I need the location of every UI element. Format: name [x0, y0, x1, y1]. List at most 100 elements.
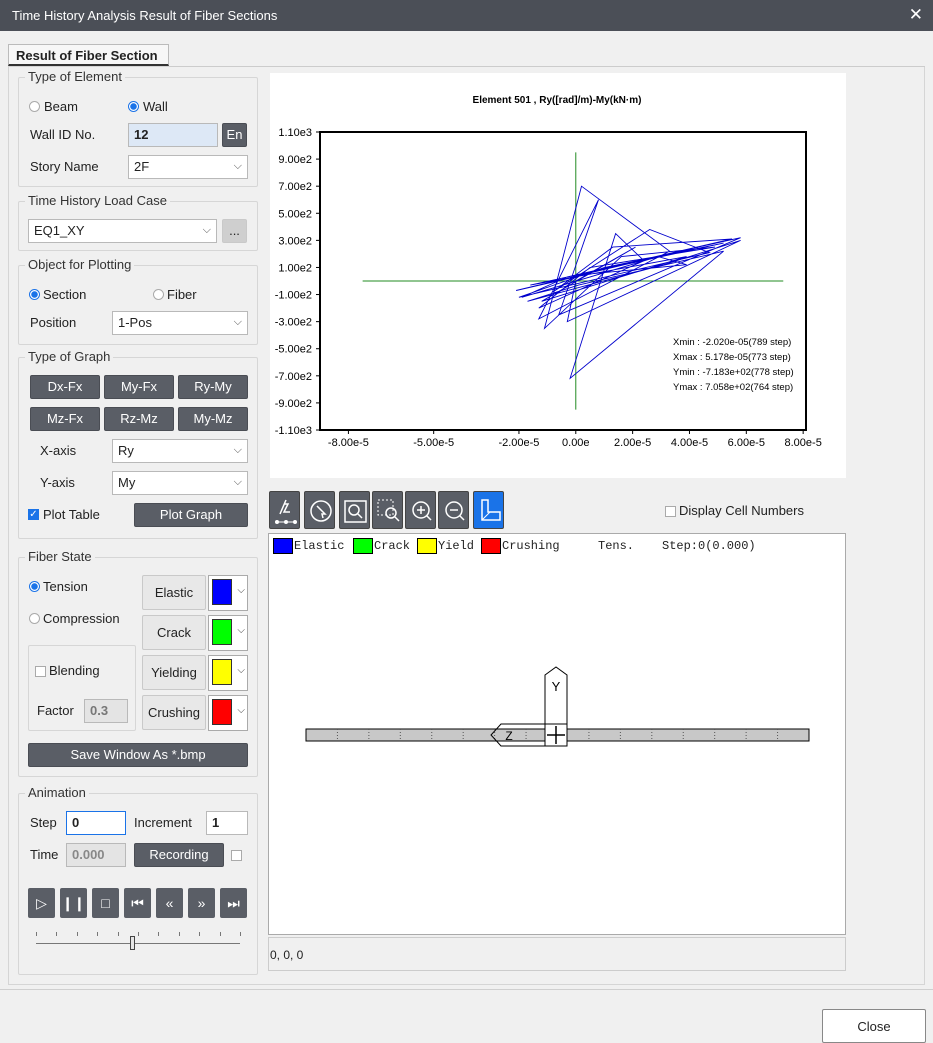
yielding-color-swatch	[212, 659, 232, 685]
time-label: Time	[30, 847, 59, 862]
y-tick-label: -1.10e3	[275, 425, 312, 437]
yielding-color-picker[interactable]: ⌵	[208, 655, 248, 691]
section-radio[interactable]	[29, 289, 40, 300]
slider-thumb[interactable]	[129, 936, 135, 950]
select-icon[interactable]	[304, 491, 335, 529]
hysteresis-curve	[515, 185, 741, 380]
fiber-radio[interactable]	[153, 289, 164, 300]
graph-rz-mz-button[interactable]: Rz-Mz	[104, 407, 174, 431]
step-input[interactable]: 0	[66, 811, 126, 835]
crack-state-button[interactable]: Crack	[142, 615, 206, 650]
compression-radio[interactable]	[29, 613, 40, 624]
chevron-down-icon: ⌵	[233, 160, 242, 172]
x-tick-label: 2.00e-5	[614, 437, 651, 449]
load-case-more-button[interactable]: ...	[222, 219, 247, 243]
extreme-value-annotation: Xmin : -2.020e-05(789 step)	[673, 337, 791, 348]
graph-mz-fx-button[interactable]: Mz-Fx	[30, 407, 100, 431]
graph-ry-my-button[interactable]: Ry-My	[178, 375, 248, 399]
plot-table-label: Plot Table	[43, 507, 100, 522]
chart-title: Element 501 , Ry([rad]/m)-My(kN·m)	[473, 95, 642, 106]
plot-table-checkbox[interactable]: ✓	[28, 509, 39, 520]
position-value: 1-Pos	[118, 315, 152, 330]
title-bar: Time History Analysis Result of Fiber Se…	[0, 0, 933, 31]
y-tick-label: -1.00e2	[275, 290, 312, 302]
load-case-select[interactable]: EQ1_XY ⌵	[28, 219, 217, 243]
yielding-state-button[interactable]: Yielding	[142, 655, 206, 690]
recording-button[interactable]: Recording	[134, 843, 224, 867]
tab-result-of-fiber-section[interactable]: Result of Fiber Section	[8, 44, 169, 66]
graph-dx-fx-button[interactable]: Dx-Fx	[30, 375, 100, 399]
zoom-in-icon[interactable]	[405, 491, 436, 529]
y-tick-label: -9.00e2	[275, 398, 312, 410]
x-axis-label: X-axis	[40, 443, 77, 458]
load-case-label: Time History Load Case	[25, 193, 170, 208]
beam-radio[interactable]	[29, 101, 40, 112]
pause-icon[interactable]: ❙❙	[60, 888, 87, 918]
y-axis-select[interactable]: My ⌵	[112, 471, 248, 495]
y-tick-label: 7.00e2	[278, 181, 312, 193]
plot-graph-button[interactable]: Plot Graph	[134, 503, 248, 527]
skip-to-start-icon[interactable]: ⏮	[124, 888, 151, 918]
skip-to-end-icon[interactable]: ⏭	[220, 888, 247, 918]
slider-tick	[56, 932, 58, 936]
section-view-icon[interactable]	[473, 491, 504, 529]
factor-input[interactable]: 0.3	[84, 699, 128, 723]
crushing-color-picker[interactable]: ⌵	[208, 695, 248, 731]
wall-section-drawing: Y Z	[305, 666, 810, 747]
blending-label: Blending	[49, 663, 100, 678]
slider-tick	[76, 932, 78, 936]
zoom-out-icon[interactable]	[438, 491, 469, 529]
blending-checkbox[interactable]	[35, 666, 46, 677]
slider-track	[36, 943, 240, 944]
footer-divider	[0, 989, 933, 990]
chart-area: Element 501 , Ry([rad]/m)-My(kN·m) 1.10e…	[270, 73, 846, 478]
close-icon[interactable]: ✕	[909, 5, 923, 25]
wall-radio[interactable]	[128, 101, 139, 112]
y-tick-label: 1.00e2	[278, 262, 312, 274]
crack-color-picker[interactable]: ⌵	[208, 615, 248, 651]
fiber-section-view[interactable]: Elastic Crack Yield Crushing Tens. Step:…	[268, 533, 846, 935]
graph-my-mz-button[interactable]: My-Mz	[178, 407, 248, 431]
story-select[interactable]: 2F ⌵	[128, 155, 248, 179]
elastic-color-picker[interactable]: ⌵	[208, 575, 248, 611]
y-tick-label: -5.00e2	[275, 344, 312, 356]
position-select[interactable]: 1-Pos ⌵	[112, 311, 248, 335]
extreme-value-annotation: Xmax : 5.178e-05(773 step)	[673, 352, 791, 363]
save-window-button[interactable]: Save Window As *.bmp	[28, 743, 248, 767]
close-button[interactable]: Close	[822, 1009, 926, 1043]
y-axis-label: Y-axis	[40, 475, 75, 490]
object-plotting-label: Object for Plotting	[25, 257, 135, 272]
story-name-label: Story Name	[30, 159, 99, 174]
wall-id-input[interactable]: 12	[128, 123, 218, 147]
x-axis-select[interactable]: Ry ⌵	[112, 439, 248, 463]
x-tick-label: -5.00e-5	[413, 437, 454, 449]
rewind-icon[interactable]: «	[156, 888, 183, 918]
zoom-region-icon[interactable]	[372, 491, 403, 529]
chevron-down-icon: ⌵	[237, 705, 245, 716]
animation-slider[interactable]	[36, 932, 241, 950]
position-label: Position	[30, 315, 77, 330]
zoom-window-icon[interactable]	[339, 491, 370, 529]
slider-tick	[178, 932, 180, 936]
slider-tick	[138, 932, 139, 936]
display-cell-numbers-label: Display Cell Numbers	[679, 503, 804, 518]
chevron-down-icon: ⌵	[233, 316, 242, 328]
graph-my-fx-button[interactable]: My-Fx	[104, 375, 174, 399]
recording-checkbox[interactable]	[231, 850, 242, 861]
display-cell-numbers-checkbox[interactable]	[665, 506, 676, 517]
time-input[interactable]: 0.000	[66, 843, 126, 867]
fast-forward-icon[interactable]: »	[188, 888, 215, 918]
chevron-down-icon: ⌵	[233, 444, 242, 456]
step-label: Step	[30, 815, 57, 830]
x-tick-label: -2.00e-5	[498, 437, 539, 449]
crushing-state-button[interactable]: Crushing	[142, 695, 206, 730]
play-icon[interactable]: ▷	[28, 888, 55, 918]
x-axis-value: Ry	[118, 443, 134, 458]
increment-input[interactable]: 1	[206, 811, 248, 835]
elastic-state-button[interactable]: Elastic	[142, 575, 206, 610]
pointer-icon[interactable]	[269, 491, 300, 529]
tension-radio[interactable]	[29, 581, 40, 592]
stop-icon[interactable]: □	[92, 888, 119, 918]
en-button[interactable]: En	[222, 123, 247, 147]
tension-label: Tension	[43, 579, 88, 594]
